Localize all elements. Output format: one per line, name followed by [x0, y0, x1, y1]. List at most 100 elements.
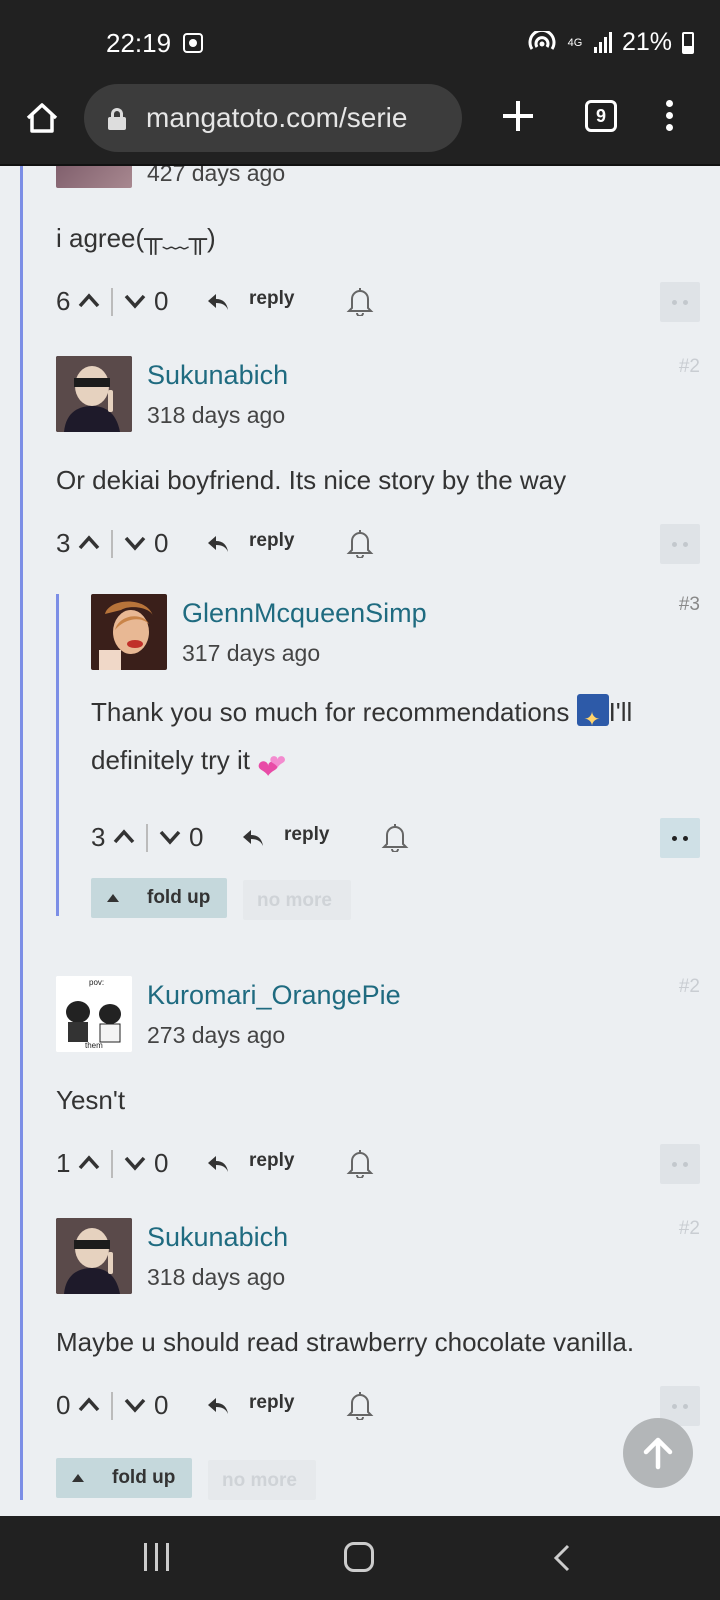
comment-body: Yesn't: [56, 1085, 126, 1115]
battery-icon: [682, 31, 694, 54]
downvote-icon[interactable]: [124, 532, 146, 554]
downvote-icon[interactable]: [124, 290, 146, 312]
comment-number[interactable]: #3: [679, 594, 700, 616]
fold-up-label: fold up: [147, 887, 211, 908]
comment: GlennMcqueenSimp 317 days ago #3 Thank y…: [0, 594, 720, 894]
upvote-count: 3: [91, 822, 106, 852]
comment-actions: 3 0 reply: [56, 524, 700, 564]
no-more-label: no more: [222, 1470, 297, 1491]
comment-number[interactable]: #2: [679, 356, 700, 378]
reply-icon[interactable]: [241, 827, 265, 849]
comments-section: 427 days ago i agree(╥﹏╥) 6 0 reply Suku…: [0, 166, 720, 1516]
comment-timestamp: 318 days ago: [147, 1264, 286, 1290]
reply-icon[interactable]: [206, 533, 230, 555]
vote-divider: [111, 288, 113, 316]
upvote-icon[interactable]: [78, 290, 100, 312]
avatar[interactable]: pov: them: [56, 976, 132, 1052]
comment-username[interactable]: Sukunabich: [147, 1222, 288, 1253]
system-nav-bar: [0, 1516, 720, 1600]
avatar[interactable]: [56, 356, 132, 432]
upvote-icon[interactable]: [78, 1394, 100, 1416]
recent-apps-button[interactable]: [144, 1543, 172, 1573]
avatar[interactable]: [56, 166, 132, 188]
avatar[interactable]: [56, 1218, 132, 1294]
more-options-button[interactable]: [660, 818, 700, 858]
upvote-count: 1: [56, 1148, 71, 1178]
reply-icon[interactable]: [206, 1395, 230, 1417]
new-tab-button[interactable]: [500, 98, 536, 134]
reply-button[interactable]: reply: [284, 824, 329, 846]
comment-body: Thank you so much for recommendations I'…: [91, 688, 701, 793]
avatar[interactable]: [91, 594, 167, 670]
upvote-count: 3: [56, 528, 71, 558]
vote-divider: [146, 824, 148, 852]
vote-divider: [111, 1150, 113, 1178]
upvote-icon[interactable]: [78, 532, 100, 554]
bell-icon[interactable]: [346, 1148, 374, 1178]
comment-body: Maybe u should read strawberry chocolate…: [56, 1327, 635, 1357]
reply-icon[interactable]: [206, 291, 230, 313]
comment-username[interactable]: Kuromari_OrangePie: [147, 980, 401, 1011]
comment-body: Or dekiai boyfriend. Its nice story by t…: [56, 465, 567, 495]
bell-icon[interactable]: [346, 286, 374, 316]
comment-number[interactable]: #2: [679, 1218, 700, 1240]
lock-icon: [108, 108, 126, 130]
back-button[interactable]: [552, 1544, 572, 1572]
comment-number[interactable]: #2: [679, 976, 700, 998]
reply-button[interactable]: reply: [249, 288, 294, 310]
hearts-emoji-icon: [257, 739, 291, 793]
comment-body-text: I'll: [608, 697, 633, 727]
comment-body-text: Thank you so much for recommendations: [91, 697, 570, 727]
bell-icon[interactable]: [346, 528, 374, 558]
home-button[interactable]: [22, 98, 62, 138]
triangle-up-icon: [72, 1474, 84, 1482]
reply-button[interactable]: reply: [249, 1392, 294, 1414]
bell-icon[interactable]: [346, 1390, 374, 1420]
comment-actions: 1 0 reply: [56, 1144, 700, 1184]
comment-timestamp: 318 days ago: [147, 402, 286, 428]
comment-actions: 3 0 reply: [91, 818, 700, 858]
comment-timestamp: 427 days ago: [147, 166, 286, 186]
battery-percent: 21%: [621, 28, 672, 56]
avatar-caption-bottom: them: [85, 1041, 103, 1050]
comment-actions: 6 0 reply: [56, 282, 700, 322]
reply-icon[interactable]: [206, 1153, 230, 1175]
downvote-icon[interactable]: [124, 1394, 146, 1416]
status-time: 22:19: [106, 28, 172, 58]
home-nav-button[interactable]: [344, 1542, 374, 1572]
upvote-icon[interactable]: [113, 826, 135, 848]
downvote-icon[interactable]: [124, 1152, 146, 1174]
upvote-icon[interactable]: [78, 1152, 100, 1174]
downvote-icon[interactable]: [159, 826, 181, 848]
comment-username[interactable]: GlennMcqueenSimp: [182, 598, 427, 629]
reply-button[interactable]: reply: [249, 530, 294, 552]
no-more-button: no more: [243, 880, 351, 920]
downvote-count: 0: [154, 1390, 169, 1420]
comment: Sukunabich 318 days ago #2 Or dekiai boy…: [0, 356, 720, 576]
comment-actions: 0 0 reply: [56, 1386, 700, 1426]
reply-button[interactable]: reply: [249, 1150, 294, 1172]
tab-switcher-button[interactable]: 9: [585, 100, 617, 132]
fold-up-button[interactable]: fold up: [91, 878, 227, 918]
fireworks-emoji-icon: [576, 694, 609, 744]
screen-record-icon: [183, 33, 203, 53]
more-options-button[interactable]: [660, 1144, 700, 1184]
browser-toolbar: mangatoto.com/serie 9: [0, 84, 720, 166]
status-icons: 4G 21%: [528, 28, 694, 57]
comment-timestamp: 273 days ago: [147, 1022, 286, 1048]
more-options-button[interactable]: [660, 282, 700, 322]
menu-button[interactable]: [664, 100, 674, 134]
address-bar[interactable]: mangatoto.com/serie: [84, 84, 462, 152]
scroll-to-top-button[interactable]: [623, 1418, 693, 1488]
upvote-count: 6: [56, 286, 71, 316]
arrow-up-icon: [643, 1437, 673, 1470]
hotspot-icon: [528, 30, 556, 55]
url-text: mangatoto.com/serie: [146, 102, 408, 133]
bell-icon[interactable]: [381, 822, 409, 852]
comment-username[interactable]: Sukunabich: [147, 360, 288, 391]
fold-up-button[interactable]: fold up: [56, 1458, 192, 1498]
downvote-count: 0: [154, 1148, 169, 1178]
no-more-label: no more: [257, 890, 332, 911]
more-options-button[interactable]: [660, 524, 700, 564]
upvote-count: 0: [56, 1390, 71, 1420]
